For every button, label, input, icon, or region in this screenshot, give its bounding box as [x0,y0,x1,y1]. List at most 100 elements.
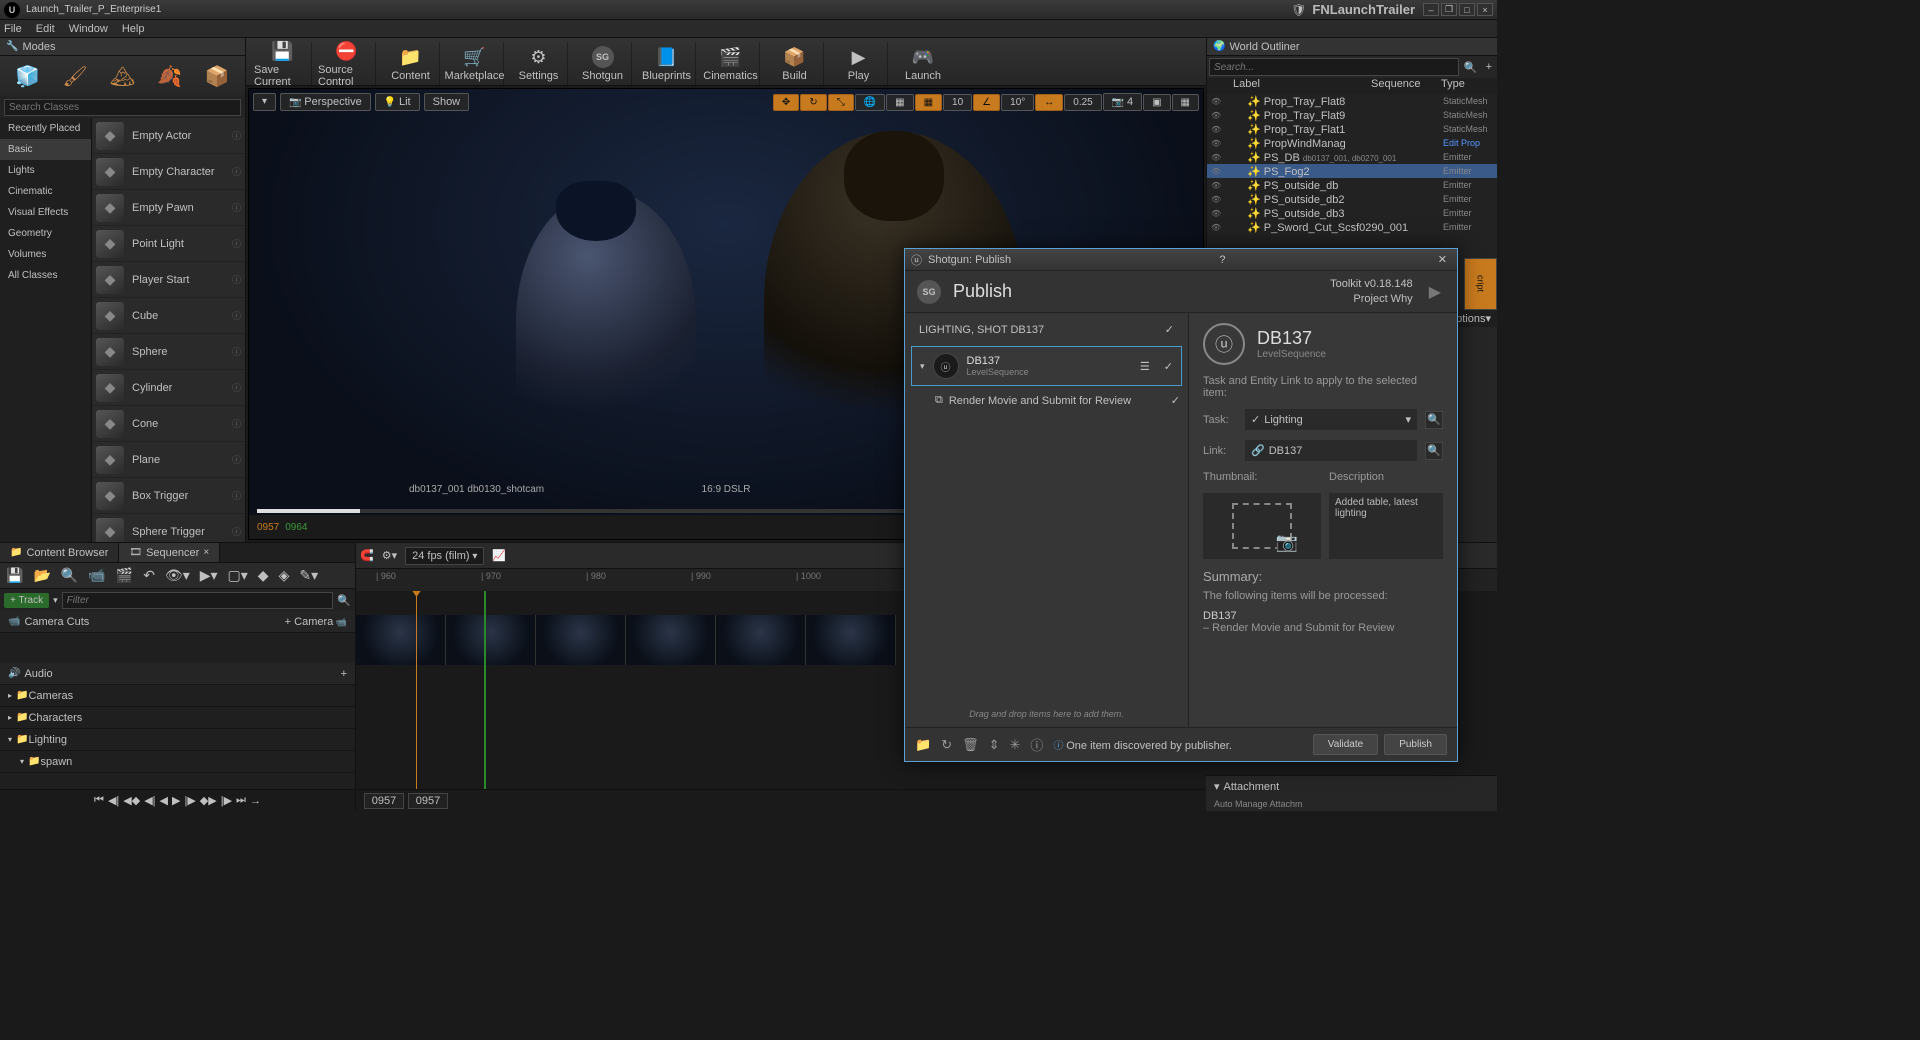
scale-snap-button[interactable]: ↔ [1035,94,1063,111]
link-search-icon[interactable]: 🔍 [1425,442,1443,460]
angle-snap-value[interactable]: 10° [1001,94,1034,111]
blueprints-button[interactable]: 📘Blueprints [638,42,696,86]
build-button[interactable]: 📦Build [766,42,824,86]
play-button[interactable]: ▶Play [830,42,888,86]
delete-icon[interactable]: 🗑 [962,737,979,753]
snap-settings-icon[interactable]: ⚙▾ [382,549,397,562]
menu-edit[interactable]: Edit [36,23,55,35]
list-item[interactable]: ◆Coneⓘ [92,406,245,442]
transform-rotate-icon[interactable]: ↻ [800,94,826,111]
list-item[interactable]: ◆Sphereⓘ [92,334,245,370]
list-item[interactable]: ◆Player Startⓘ [92,262,245,298]
seq-goto-end-icon[interactable]: ⏭ [236,794,246,807]
col-type[interactable]: Type [1441,78,1491,94]
edit-icon[interactable]: ✎▾ [297,567,320,584]
list-item[interactable]: ◆Cubeⓘ [92,298,245,334]
cinematics-button[interactable]: 🎬Cinematics [702,42,760,86]
publish-button[interactable]: Publish [1384,734,1447,755]
angle-snap-button[interactable]: ∠ [973,94,1000,111]
add-filter-icon[interactable]: + [1483,58,1495,76]
search-seq-icon[interactable]: 🔍 [59,567,80,584]
close-button[interactable]: × [1477,3,1493,16]
list-item[interactable]: ◆Empty Characterⓘ [92,154,245,190]
view-icon[interactable]: 👁▾ [163,567,192,584]
task-search-icon[interactable]: 🔍 [1425,411,1443,429]
surface-snap-button[interactable]: ▦ [886,94,913,111]
outliner-row[interactable]: 👁✨ PropWindManagEdit Prop [1207,136,1497,150]
geometry-mode-icon[interactable]: 📦 [199,60,235,92]
outliner-row[interactable]: 👁✨ PS_outside_db2Emitter [1207,192,1497,206]
autokey-icon[interactable]: ◈ [277,567,292,584]
restore-button[interactable]: ❐ [1441,3,1457,16]
cat-all[interactable]: All Classes [0,265,91,286]
seq-step-back-icon[interactable]: ◀| [108,794,119,807]
attachment-title[interactable]: Attachment [1224,781,1280,793]
outliner-row[interactable]: 👁✨ PS_outside_db3Emitter [1207,206,1497,220]
cat-basic[interactable]: Basic [0,139,91,160]
refresh-icon[interactable]: ↻ [941,737,952,753]
tab-sequencer[interactable]: 🎞 Sequencer × [119,543,220,562]
publish-action-row[interactable]: ⧉ Render Movie and Submit for Review ✓ [905,386,1188,415]
transform-scale-icon[interactable]: ⤡ [828,94,854,111]
cat-volumes[interactable]: Volumes [0,244,91,265]
cat-vfx[interactable]: Visual Effects [0,202,91,223]
list-item[interactable]: ◆Empty Pawnⓘ [92,190,245,226]
grid-snap-value[interactable]: 10 [943,94,972,111]
side-tab-script[interactable]: cript [1464,258,1497,310]
seq-key-fwd-icon[interactable]: ◆▶ [200,794,217,807]
dialog-help-button[interactable]: ? [1215,254,1229,266]
browse-seq-icon[interactable]: 📂 [31,567,52,584]
grid-snap-button[interactable]: ▦ [915,94,942,111]
outliner-row[interactable]: 👁✨ Prop_Tray_Flat9StaticMesh [1207,108,1497,122]
outliner-row[interactable]: 👁✨ PS_DB db0137_001, db0270_001Emitter [1207,150,1497,164]
description-input[interactable]: Added table, latest lighting [1329,493,1443,559]
outliner-search-input[interactable] [1209,58,1459,76]
curve-editor-icon[interactable]: 📈 [492,549,506,562]
publish-breadcrumb[interactable]: LIGHTING, SHOT DB137✓ [905,313,1188,346]
cat-lights[interactable]: Lights [0,160,91,181]
seq-rev-icon[interactable]: ◀ [160,794,168,807]
menu-help[interactable]: Help [122,23,145,35]
seq-frame-fwd-icon[interactable]: |▶ [184,794,195,807]
track-cameras[interactable]: ▸📁 Cameras [0,685,355,707]
task-value[interactable]: ✓ Lighting▾ [1245,409,1417,430]
list-item[interactable]: ◆Empty Actorⓘ [92,118,245,154]
seq-play-icon[interactable]: ▶ [172,794,180,807]
publish-item[interactable]: ▾ ⓤ DB137 LevelSequence ☰ ✓ [911,346,1182,386]
menu-file[interactable]: File [4,23,22,35]
list-item[interactable]: ◆Point Lightⓘ [92,226,245,262]
track-characters[interactable]: ▸📁 Characters [0,707,355,729]
list-item[interactable]: ◆Box Triggerⓘ [92,478,245,514]
item-menu-icon[interactable]: ☰ [1140,360,1150,373]
fps-select[interactable]: 24 fps (film) ▾ [405,547,484,565]
search-icon[interactable]: 🔍 [1461,58,1481,76]
tab-content-browser[interactable]: 📁 Content Browser [0,543,119,562]
track-camera-cuts[interactable]: 📹 Camera Cuts+ Camera 📹 [0,611,355,633]
playback-icon[interactable]: ▶▾ [198,567,220,584]
maximize-viewport-button[interactable]: ▣ [1143,94,1170,111]
list-item[interactable]: ◆Planeⓘ [92,442,245,478]
scale-snap-value[interactable]: 0.25 [1064,94,1101,111]
select-icon[interactable]: ▢▾ [226,567,250,584]
foliage-mode-icon[interactable]: 🍂 [152,60,188,92]
seq-key-back-icon[interactable]: ◀◆ [123,794,140,807]
revert-icon[interactable]: ↶ [141,567,157,584]
folder-add-icon[interactable]: 📁 [915,737,931,753]
next-icon[interactable]: ▶ [1425,282,1445,302]
maximize-button[interactable]: □ [1459,3,1475,16]
list-item[interactable]: ◆Sphere Triggerⓘ [92,514,245,542]
seq-loop-icon[interactable]: → [250,795,261,807]
col-label[interactable]: Label [1213,78,1371,94]
col-sequence[interactable]: Sequence [1371,78,1441,94]
track-audio[interactable]: 🔊 Audio+ [0,663,355,685]
track-spawn[interactable]: ▾📁 spawn [0,751,355,773]
launch-button[interactable]: 🎮Launch [894,42,952,86]
list-item[interactable]: ◆Cylinderⓘ [92,370,245,406]
settings-button[interactable]: ⚙Settings [510,42,568,86]
source-control-button[interactable]: ⛔Source Control [318,42,376,86]
outliner-row[interactable]: 👁✨ P_Sword_Cut_Scsf0290_001Emitter [1207,220,1497,234]
cat-cinematic[interactable]: Cinematic [0,181,91,202]
thumbnail-picker[interactable]: 📷 [1203,493,1321,559]
seq-step-fwd-icon[interactable]: |▶ [221,794,232,807]
range-out[interactable]: 0957 [408,793,448,809]
